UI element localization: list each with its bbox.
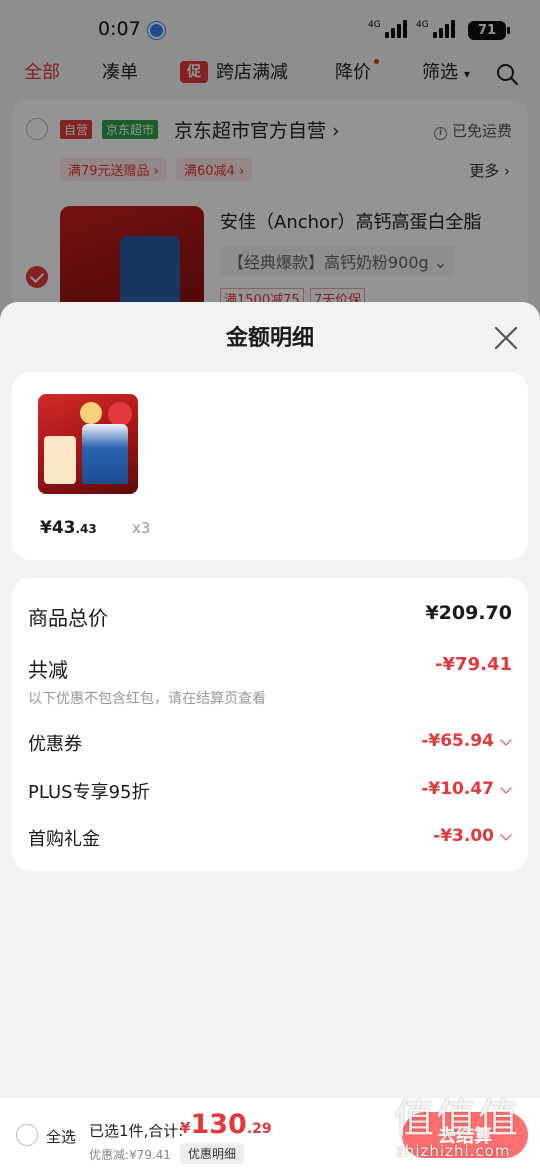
checkmark-badge-icon xyxy=(108,402,132,426)
reduce-note: 以下优惠不包含红包，请在结算页查看 xyxy=(28,691,266,707)
first-purchase-gift-label[interactable]: 首购礼金 xyxy=(28,825,100,851)
checkout-button[interactable]: 去结算 xyxy=(402,1112,528,1158)
item-price-main: ¥43 xyxy=(40,518,76,538)
reduce-value: -¥79.41 xyxy=(435,654,512,675)
selected-summary: 已选1件,合计: xyxy=(89,1122,184,1140)
badge-50-icon xyxy=(80,402,102,424)
reduce-label: 共减 xyxy=(28,658,68,682)
plus-discount-value[interactable]: -¥10.47 xyxy=(421,779,494,799)
item-unit-price: ¥43.43 xyxy=(40,518,97,538)
total-currency: ¥ xyxy=(180,1119,191,1137)
first-purchase-gift-value[interactable]: -¥3.00 xyxy=(433,826,494,846)
item-price-cents: .43 xyxy=(75,522,97,536)
milk-can-image xyxy=(82,424,128,484)
checkout-bar: 全选 已选1件,合计: ¥130.29 优惠减:¥79.41 优惠明细 去结算 xyxy=(0,1098,540,1170)
total-label: 商品总价 xyxy=(28,606,108,630)
total-price: ¥130.29 xyxy=(180,1109,272,1140)
select-all-checkbox[interactable] xyxy=(16,1124,38,1146)
total-value: ¥209.70 xyxy=(425,602,512,624)
coupon-label[interactable]: 优惠券 xyxy=(28,730,82,756)
amount-detail-sheet: 金额明细 ¥43.43 x3 商品总价 ¥209.70 共减 -¥79.41 以… xyxy=(0,302,540,1170)
item-quantity: x3 xyxy=(132,519,151,537)
coupon-value[interactable]: -¥65.94 xyxy=(421,731,494,751)
item-card: ¥43.43 x3 xyxy=(12,372,528,560)
total-price-int: 130 xyxy=(190,1109,247,1140)
saved-amount: 优惠减:¥79.41 xyxy=(89,1148,172,1162)
sheet-title: 金额明细 xyxy=(225,326,314,351)
total-price-dec: .29 xyxy=(246,1121,272,1137)
select-all-label[interactable]: 全选 xyxy=(46,1126,76,1147)
product-image xyxy=(38,394,138,494)
close-icon[interactable] xyxy=(492,324,520,352)
plus-chevron-down-icon[interactable] xyxy=(500,782,512,794)
discount-detail-button[interactable]: 优惠明细 xyxy=(180,1143,245,1164)
plus-discount-label[interactable]: PLUS专享95折 xyxy=(28,778,150,804)
coupon-chevron-down-icon[interactable] xyxy=(500,734,512,746)
price-detail-card: 商品总价 ¥209.70 共减 -¥79.41 以下优惠不包含红包，请在结算页查… xyxy=(12,578,528,871)
promo-panel-image xyxy=(44,436,76,484)
gift-chevron-down-icon[interactable] xyxy=(500,829,512,841)
